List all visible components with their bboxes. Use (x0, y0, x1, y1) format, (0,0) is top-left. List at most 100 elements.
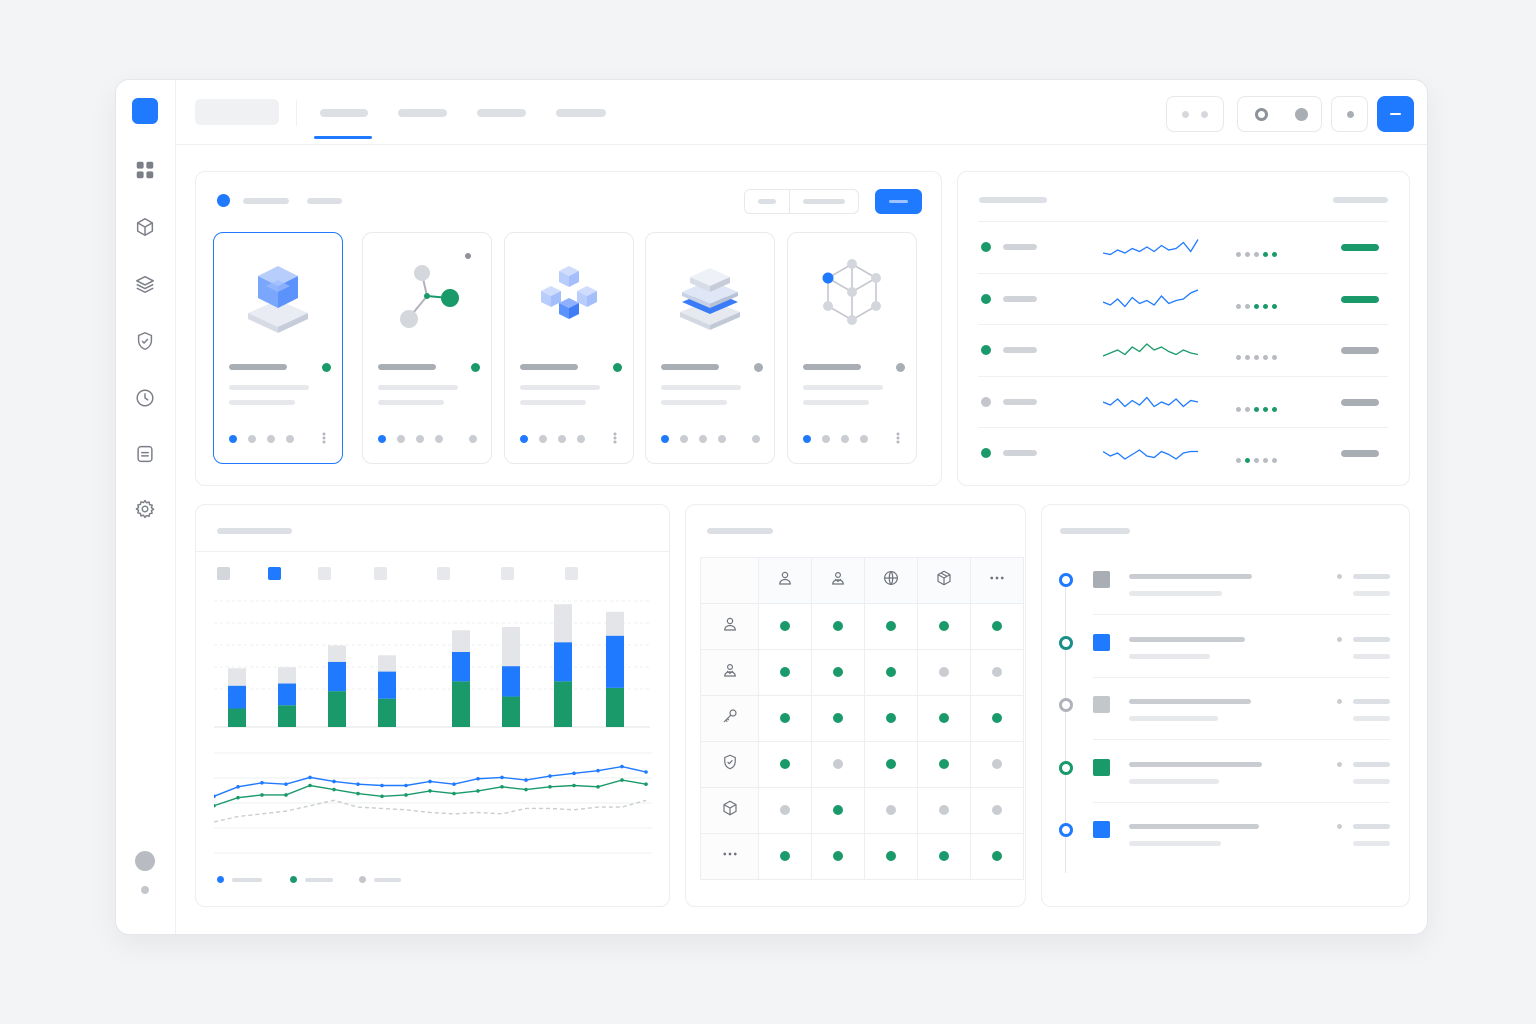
user-group-icon[interactable] (811, 557, 865, 604)
more-icon[interactable] (613, 432, 617, 444)
permission-cell[interactable] (970, 695, 1024, 742)
page-dot[interactable] (539, 435, 547, 443)
legend-swatch[interactable] (268, 567, 281, 580)
segmented-control[interactable] (744, 189, 859, 214)
monitor-row[interactable] (978, 375, 1388, 427)
permission-cell[interactable] (864, 649, 918, 696)
segment-2[interactable] (803, 199, 845, 204)
monitor-row[interactable] (978, 324, 1388, 375)
page-dot[interactable] (841, 435, 849, 443)
panel-action-button[interactable] (875, 189, 922, 214)
page-dot[interactable] (520, 435, 528, 443)
circle-icon[interactable] (1295, 108, 1308, 121)
more-icon[interactable] (322, 432, 326, 444)
tab-3[interactable] (477, 109, 526, 117)
legend-swatch[interactable] (501, 567, 514, 580)
permission-cell[interactable] (758, 649, 812, 696)
page-dot[interactable] (397, 435, 405, 443)
user-icon[interactable] (758, 557, 812, 604)
page-dot[interactable] (752, 435, 760, 443)
monitor-row[interactable] (978, 221, 1388, 272)
more-icon[interactable] (896, 432, 900, 444)
primary-action-button[interactable] (1377, 96, 1414, 132)
asset-card[interactable] (213, 232, 343, 464)
monitor-row[interactable] (978, 427, 1388, 478)
permission-cell[interactable] (758, 833, 812, 880)
legend-swatch[interactable] (318, 567, 331, 580)
monitor-row[interactable] (978, 272, 1388, 324)
app-logo[interactable] (132, 98, 158, 124)
legend-swatch[interactable] (374, 567, 387, 580)
permission-cell[interactable] (917, 603, 971, 650)
permission-cell[interactable] (970, 741, 1024, 788)
search-input[interactable] (195, 99, 279, 125)
permission-cell[interactable] (864, 787, 918, 834)
permission-cell[interactable] (970, 603, 1024, 650)
permission-cell[interactable] (758, 695, 812, 742)
tab-4[interactable] (556, 109, 606, 117)
permission-cell[interactable] (864, 603, 918, 650)
asset-card[interactable] (787, 232, 917, 464)
page-dot[interactable] (416, 435, 424, 443)
page-dot[interactable] (718, 435, 726, 443)
legend-dot[interactable] (217, 876, 224, 883)
page-dot[interactable] (286, 435, 294, 443)
page-dot[interactable] (860, 435, 868, 443)
permission-cell[interactable] (970, 833, 1024, 880)
segment-1[interactable] (758, 199, 776, 204)
page-dot[interactable] (248, 435, 256, 443)
clock-icon[interactable] (134, 387, 158, 411)
grid-icon[interactable] (134, 159, 158, 183)
page-dot[interactable] (558, 435, 566, 443)
legend-swatch[interactable] (217, 567, 230, 580)
page-dot[interactable] (435, 435, 443, 443)
timeline-item[interactable] (1056, 629, 1396, 689)
asset-card[interactable] (645, 232, 775, 464)
page-dot[interactable] (378, 435, 386, 443)
permission-cell[interactable] (811, 741, 865, 788)
legend-swatch[interactable] (437, 567, 450, 580)
asset-card[interactable] (362, 232, 492, 464)
permission-cell[interactable] (811, 833, 865, 880)
page-dot[interactable] (680, 435, 688, 443)
document-icon[interactable] (134, 443, 158, 467)
page-dot[interactable] (822, 435, 830, 443)
permission-cell[interactable] (758, 741, 812, 788)
timeline-item[interactable] (1056, 566, 1396, 626)
legend-swatch[interactable] (565, 567, 578, 580)
permission-cell[interactable] (758, 603, 812, 650)
legend-dot[interactable] (290, 876, 297, 883)
permission-cell[interactable] (917, 833, 971, 880)
permission-cell[interactable] (970, 649, 1024, 696)
page-dot[interactable] (469, 435, 477, 443)
timeline-item[interactable] (1056, 691, 1396, 751)
permission-cell[interactable] (758, 787, 812, 834)
shield-check-icon[interactable] (134, 330, 158, 354)
permission-cell[interactable] (864, 833, 918, 880)
radio-icon[interactable] (1255, 108, 1268, 121)
asset-card[interactable] (504, 232, 634, 464)
timeline-item[interactable] (1056, 816, 1396, 876)
page-dot[interactable] (267, 435, 275, 443)
permission-cell[interactable] (864, 741, 918, 788)
package-icon[interactable] (917, 557, 971, 604)
permission-cell[interactable] (970, 787, 1024, 834)
globe-icon[interactable] (864, 557, 918, 604)
cube-icon[interactable] (134, 216, 158, 240)
more-icon[interactable] (970, 557, 1024, 604)
page-dot[interactable] (577, 435, 585, 443)
permission-cell[interactable] (917, 741, 971, 788)
tab-2[interactable] (398, 109, 447, 117)
page-dot[interactable] (803, 435, 811, 443)
permission-cell[interactable] (811, 603, 865, 650)
page-dot[interactable] (229, 435, 237, 443)
permission-cell[interactable] (811, 649, 865, 696)
avatar[interactable] (135, 851, 155, 871)
gear-icon[interactable] (134, 498, 158, 522)
page-dot[interactable] (661, 435, 669, 443)
permission-cell[interactable] (917, 649, 971, 696)
page-dot[interactable] (699, 435, 707, 443)
permission-cell[interactable] (917, 787, 971, 834)
notifications-button[interactable] (1331, 96, 1368, 132)
permission-cell[interactable] (864, 695, 918, 742)
